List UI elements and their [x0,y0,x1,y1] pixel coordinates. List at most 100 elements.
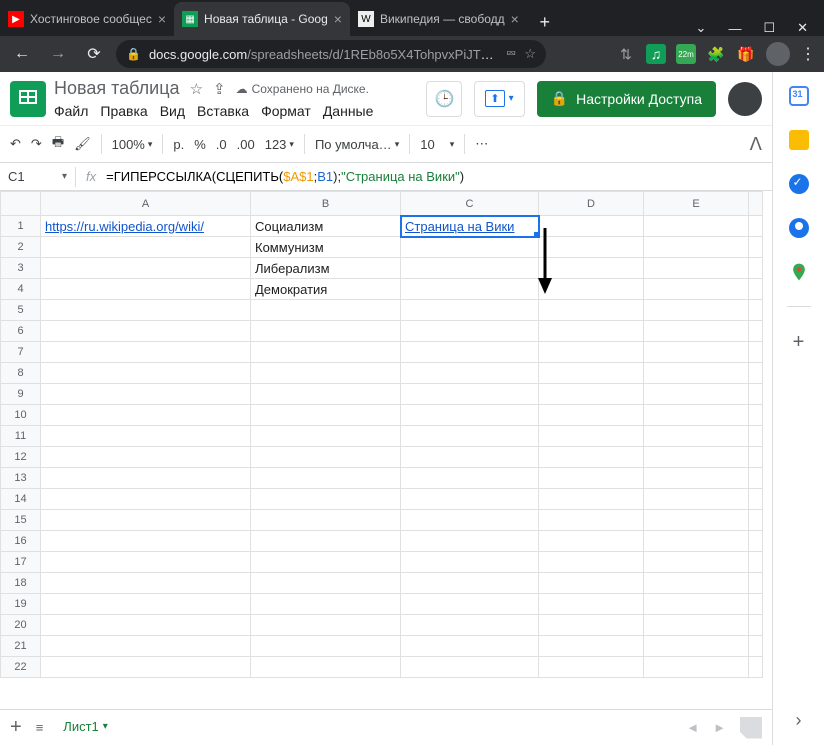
close-icon[interactable]: × [511,11,519,27]
cell-B15[interactable] [251,510,401,531]
cell-A15[interactable] [41,510,251,531]
contacts-icon[interactable] [789,218,809,238]
cell-C7[interactable] [401,342,539,363]
cell-C16[interactable] [401,531,539,552]
cell-D18[interactable] [539,573,644,594]
cell-C10[interactable] [401,405,539,426]
new-tab-button[interactable]: + [531,8,559,36]
row-header-7[interactable]: 7 [1,342,41,363]
menu-file[interactable]: Файл [54,103,88,119]
cell-B18[interactable] [251,573,401,594]
col-header-A[interactable]: A [41,192,251,216]
close-icon[interactable]: × [158,11,166,27]
cell-C19[interactable] [401,594,539,615]
row-header-5[interactable]: 5 [1,300,41,321]
share-button[interactable]: 🔒 Настройки Доступа [537,81,716,117]
cell-E4[interactable] [644,279,749,300]
cell-D4[interactable] [539,279,644,300]
cell-A6[interactable] [41,321,251,342]
toolbar-more-button[interactable]: ⋯ [475,136,488,152]
spreadsheet-grid[interactable]: ABCDE1https://ru.wikipedia.org/wiki/Соци… [0,191,772,709]
cell-A7[interactable] [41,342,251,363]
star-icon[interactable]: ☆ [190,80,203,98]
cell-C14[interactable] [401,489,539,510]
menu-insert[interactable]: Вставка [197,103,249,119]
cell-D7[interactable] [539,342,644,363]
row-header-1[interactable]: 1 [1,216,41,237]
currency-button[interactable]: р. [173,137,184,152]
cell-B19[interactable] [251,594,401,615]
cell-E5[interactable] [644,300,749,321]
cell-C21[interactable] [401,636,539,657]
print-button[interactable]: 🖶 [52,133,64,155]
cell-E10[interactable] [644,405,749,426]
cell-B8[interactable] [251,363,401,384]
row-header-10[interactable]: 10 [1,405,41,426]
row-header-9[interactable]: 9 [1,384,41,405]
cell-E6[interactable] [644,321,749,342]
scroll-right-icon[interactable]: ► [713,720,726,735]
col-header-B[interactable]: B [251,192,401,216]
cell-D15[interactable] [539,510,644,531]
saved-status[interactable]: ☁Сохранено на Диске. [236,82,369,96]
cell-B14[interactable] [251,489,401,510]
cell-A21[interactable] [41,636,251,657]
cell-C2[interactable] [401,237,539,258]
cell-B3[interactable]: Либерализм [251,258,401,279]
cell-E22[interactable] [644,657,749,678]
row-header-12[interactable]: 12 [1,447,41,468]
translate-icon[interactable]: ⇅ [616,44,636,64]
row-header-8[interactable]: 8 [1,363,41,384]
name-box[interactable]: C1 [0,169,62,184]
menu-format[interactable]: Формат [261,103,311,119]
browser-tab-2[interactable]: W Википедия — свободд × [350,2,527,36]
cell-B16[interactable] [251,531,401,552]
cell-B10[interactable] [251,405,401,426]
add-addon-button[interactable]: + [793,331,805,354]
cell-E9[interactable] [644,384,749,405]
cell-C5[interactable] [401,300,539,321]
cell-D8[interactable] [539,363,644,384]
maximize-icon[interactable]: ☐ [763,20,775,36]
cell-E13[interactable] [644,468,749,489]
increase-decimal-button[interactable]: .00 [237,137,255,152]
profile-avatar[interactable] [766,42,790,66]
cell-E20[interactable] [644,615,749,636]
cell-E19[interactable] [644,594,749,615]
row-header-16[interactable]: 16 [1,531,41,552]
cell-A11[interactable] [41,426,251,447]
row-header-21[interactable]: 21 [1,636,41,657]
row-header-6[interactable]: 6 [1,321,41,342]
cell-D3[interactable] [539,258,644,279]
cell-A16[interactable] [41,531,251,552]
cell-E8[interactable] [644,363,749,384]
cell-E12[interactable] [644,447,749,468]
close-window-icon[interactable]: ✕ [797,20,808,36]
cell-B22[interactable] [251,657,401,678]
minimize-icon[interactable]: — [728,21,741,36]
all-sheets-button[interactable]: ≡ [36,720,44,735]
bookmark-icon[interactable]: ☆ [524,46,536,62]
fontsize-select[interactable]: 10▾ [420,137,454,152]
row-header-14[interactable]: 14 [1,489,41,510]
row-header-3[interactable]: 3 [1,258,41,279]
add-sheet-button[interactable]: + [10,716,22,739]
reload-button[interactable]: ⟳ [80,40,108,68]
zoom-select[interactable]: 100%▾ [112,137,153,152]
share-url-icon[interactable]: ⮹ [506,46,516,62]
calendar-icon[interactable] [789,86,809,106]
cell-E3[interactable] [644,258,749,279]
row-header-15[interactable]: 15 [1,510,41,531]
back-button[interactable]: ← [8,40,36,68]
cell-D19[interactable] [539,594,644,615]
cell-A12[interactable] [41,447,251,468]
sheet-tab-1[interactable]: Лист1 ▾ [57,710,114,745]
cell-A17[interactable] [41,552,251,573]
cell-E16[interactable] [644,531,749,552]
cell-D10[interactable] [539,405,644,426]
cell-B20[interactable] [251,615,401,636]
cell-D5[interactable] [539,300,644,321]
cell-A22[interactable] [41,657,251,678]
cell-C20[interactable] [401,615,539,636]
cell-A19[interactable] [41,594,251,615]
